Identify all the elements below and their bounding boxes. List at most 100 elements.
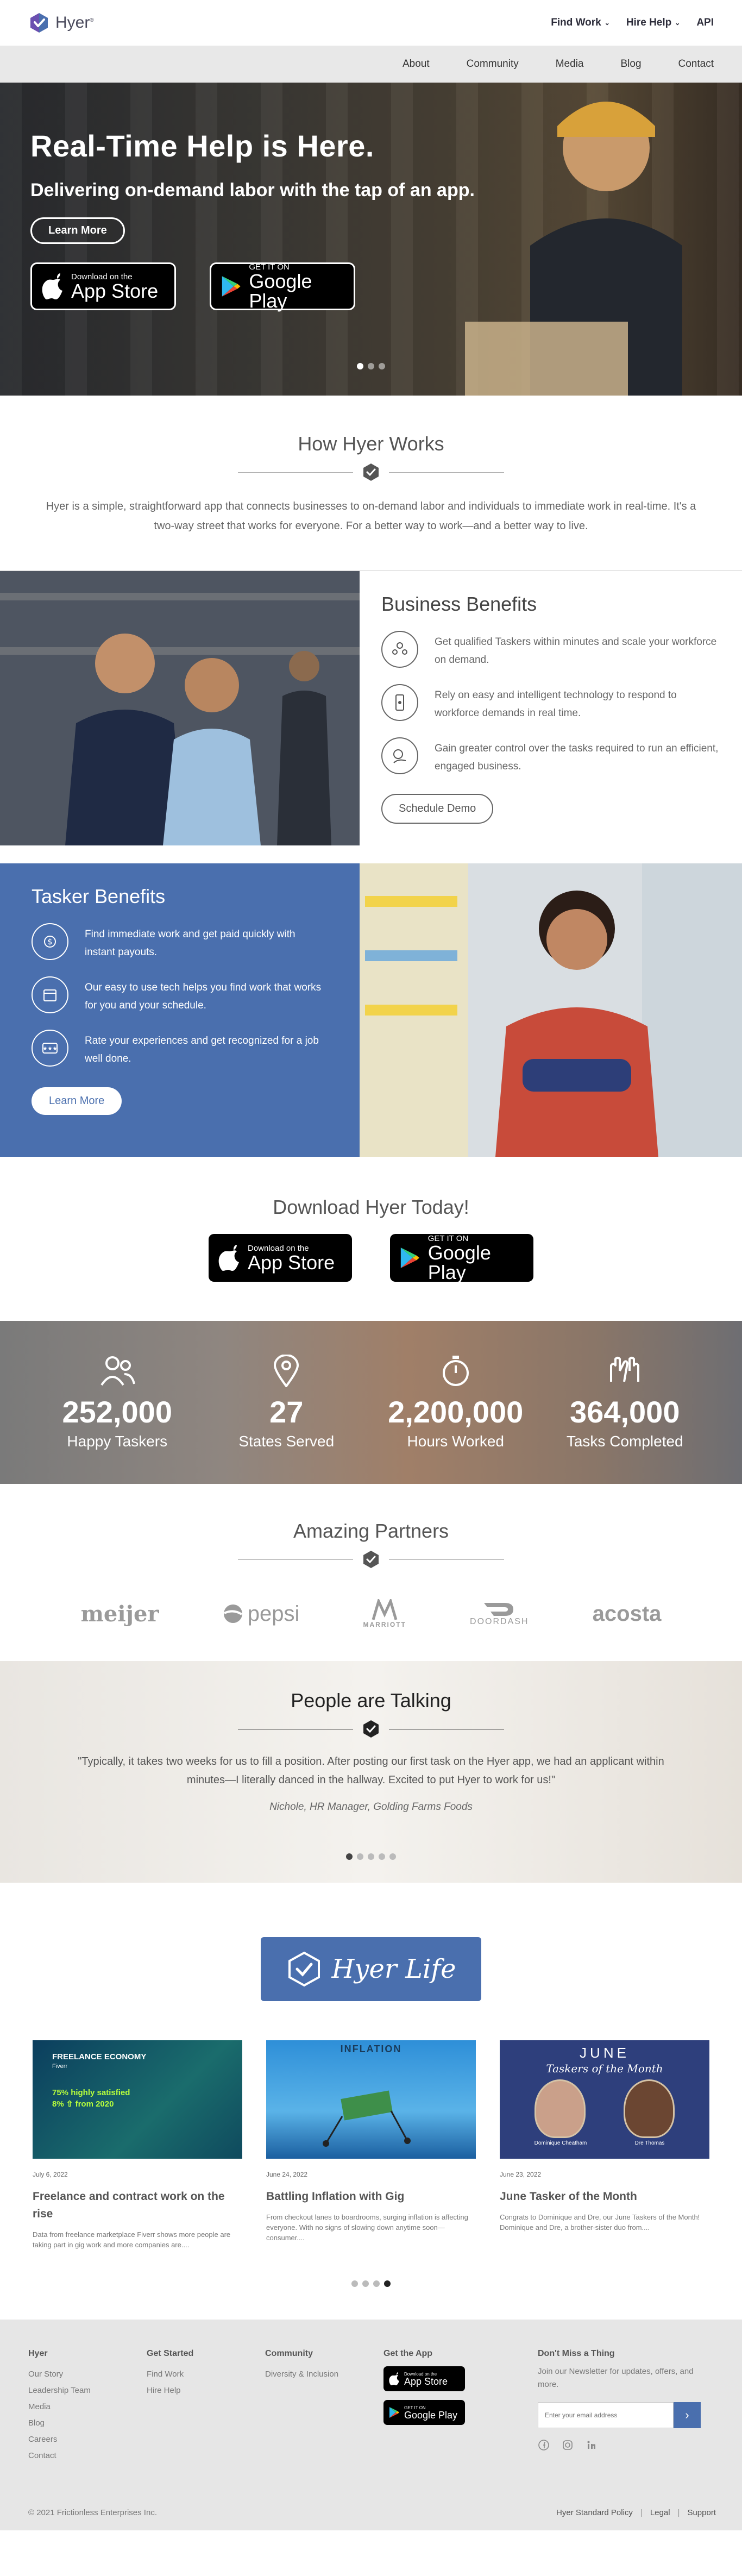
carousel-dot[interactable] bbox=[362, 2280, 369, 2287]
footer-link-our-story[interactable]: Our Story bbox=[28, 2366, 147, 2383]
google-play-button[interactable]: GET IT ON Google Play bbox=[390, 1234, 533, 1282]
google-play-big-text: Google Play bbox=[404, 2409, 458, 2421]
blog-card[interactable]: JUNE Taskers of the Month Dominique Chea… bbox=[500, 2040, 709, 2250]
stat-item: 27 States Served bbox=[216, 1354, 357, 1450]
location-pin-icon bbox=[274, 1354, 299, 1388]
footer-col-title: Get Started bbox=[147, 2349, 194, 2358]
blog-card-excerpt: Data from freelance marketplace Fiverr s… bbox=[33, 2230, 231, 2249]
svg-text:$: $ bbox=[48, 938, 53, 947]
footer-col-get-app: Get the App Download on the App Store GET… bbox=[383, 2349, 502, 2464]
top-navigation: Hyer® Find Work ⌄ Hire Help ⌄ API bbox=[0, 0, 742, 46]
hero-banner: Real-Time Help is Here. Delivering on-de… bbox=[0, 83, 742, 396]
blog-card[interactable]: FREELANCE ECONOMY Fiverr 75% highly sati… bbox=[33, 2040, 242, 2250]
testimonial-carousel-dots bbox=[346, 1853, 396, 1860]
card-image-heading: FREELANCE ECONOMY bbox=[52, 2052, 147, 2061]
subnav-community[interactable]: Community bbox=[448, 58, 537, 70]
carousel-dot[interactable] bbox=[368, 363, 374, 369]
hyer-logo-icon bbox=[30, 13, 48, 33]
blog-card-date: July 6, 2022 bbox=[33, 2171, 68, 2178]
footer-link-diversity[interactable]: Diversity & Inclusion bbox=[265, 2366, 383, 2383]
partners-title: Amazing Partners bbox=[293, 1520, 449, 1542]
blog-card-image: INFLATION bbox=[266, 2040, 476, 2159]
footer-link-careers[interactable]: Careers bbox=[28, 2431, 147, 2448]
carousel-dot[interactable] bbox=[357, 1853, 363, 1860]
logo-wordmark: Hyer® bbox=[55, 14, 94, 32]
subnav-about[interactable]: About bbox=[384, 58, 448, 70]
facebook-icon[interactable] bbox=[538, 2439, 550, 2451]
partners-section: Amazing Partners meijer pepsi MARRIOTT D… bbox=[0, 1484, 742, 1661]
carousel-dot[interactable] bbox=[368, 1853, 374, 1860]
newsletter-email-input[interactable] bbox=[538, 2402, 674, 2428]
hero-learn-more-button[interactable]: Learn More bbox=[30, 217, 125, 244]
hyer-logo[interactable]: Hyer® bbox=[28, 12, 94, 34]
carousel-dot[interactable] bbox=[379, 1853, 385, 1860]
footer-col-title: Get the App bbox=[383, 2349, 433, 2358]
footer-app-store-button[interactable]: Download on the App Store bbox=[383, 2366, 465, 2391]
chevron-down-icon: ⌄ bbox=[675, 19, 681, 27]
nav-hire-help[interactable]: Hire Help ⌄ bbox=[626, 17, 680, 29]
testimonials-section: People are Talking "Typically, it takes … bbox=[0, 1661, 742, 1883]
footer-link-support[interactable]: Support bbox=[687, 2508, 716, 2517]
card-image-heading: INFLATION bbox=[340, 2044, 402, 2054]
blog-card[interactable]: INFLATION June 24, 2022 Battling Inflati… bbox=[266, 2040, 476, 2250]
app-store-button[interactable]: Download on the App Store bbox=[209, 1234, 352, 1282]
footer-link-leadership[interactable]: Leadership Team bbox=[28, 2383, 147, 2399]
nav-find-work[interactable]: Find Work ⌄ bbox=[551, 17, 610, 29]
google-play-icon bbox=[389, 2407, 400, 2418]
google-play-icon bbox=[222, 276, 241, 297]
google-play-button[interactable]: GET IT ON Google Play bbox=[210, 262, 355, 310]
stat-label: States Served bbox=[238, 1433, 335, 1450]
benefit-item: $ Find immediate work and get paid quick… bbox=[32, 923, 328, 961]
linkedin-icon[interactable] bbox=[586, 2439, 598, 2451]
app-store-big-text: App Store bbox=[404, 2376, 448, 2387]
footer-link-legal[interactable]: Legal bbox=[650, 2508, 670, 2517]
footer-col-title: Community bbox=[265, 2349, 313, 2358]
google-play-big-text: Google Play bbox=[427, 1241, 491, 1283]
footer-link-media[interactable]: Media bbox=[28, 2399, 147, 2415]
carousel-dot[interactable] bbox=[384, 2280, 391, 2287]
subnav-contact[interactable]: Contact bbox=[660, 58, 732, 70]
footer-link-find-work[interactable]: Find Work bbox=[147, 2366, 265, 2383]
partner-logo-marriott: MARRIOTT bbox=[363, 1599, 406, 1628]
section-divider bbox=[238, 1550, 504, 1569]
app-store-button[interactable]: Download on the App Store bbox=[30, 262, 176, 310]
hyer-check-icon bbox=[363, 1551, 379, 1568]
schedule-demo-button[interactable]: Schedule Demo bbox=[381, 794, 494, 824]
benefit-text: Get qualified Taskers within minutes and… bbox=[435, 636, 717, 666]
carousel-dot[interactable] bbox=[379, 363, 385, 369]
testimonial-quote: "Typically, it takes two weeks for us to… bbox=[78, 1756, 664, 1786]
footer-google-play-button[interactable]: GET IT ON Google Play bbox=[383, 2400, 465, 2425]
subnav-media[interactable]: Media bbox=[537, 58, 602, 70]
footer-link-blog[interactable]: Blog bbox=[28, 2415, 147, 2431]
download-store-buttons: Download on the App Store GET IT ON Google… bbox=[0, 1234, 742, 1282]
newsletter-submit-button[interactable]: › bbox=[674, 2402, 701, 2428]
instagram-icon[interactable] bbox=[562, 2439, 574, 2451]
benefit-item: Our easy to use tech helps you find work… bbox=[32, 976, 328, 1014]
business-benefits-content: Business Benefits Get qualified Taskers … bbox=[360, 571, 742, 845]
tasker-learn-more-button[interactable]: Learn More bbox=[32, 1087, 122, 1115]
carousel-dot[interactable] bbox=[351, 2280, 358, 2287]
hyer-life-banner: Hyer Life bbox=[261, 1937, 481, 2001]
carousel-dot[interactable] bbox=[346, 1853, 353, 1860]
section-divider bbox=[238, 1720, 504, 1738]
footer-link-hire-help[interactable]: Hire Help bbox=[147, 2383, 265, 2399]
partner-logos: meijer pepsi MARRIOTT DOORDASH acosta bbox=[0, 1599, 742, 1628]
hero-title: Real-Time Help is Here. bbox=[30, 129, 374, 163]
tasker-name: Dominique Cheatham bbox=[534, 2140, 587, 2146]
apple-icon bbox=[42, 273, 62, 299]
benefit-item: Get qualified Taskers within minutes and… bbox=[381, 631, 720, 669]
footer-link-contact[interactable]: Contact bbox=[28, 2448, 147, 2464]
apple-icon bbox=[389, 2372, 399, 2385]
benefit-item: Gain greater control over the tasks requ… bbox=[381, 737, 720, 775]
benefit-item: Rely on easy and intelligent technology … bbox=[381, 684, 720, 722]
carousel-dot[interactable] bbox=[357, 363, 363, 369]
rating-icon: ★★★ bbox=[32, 1030, 68, 1067]
carousel-dot[interactable] bbox=[389, 1853, 396, 1860]
high-five-icon bbox=[610, 1357, 640, 1382]
nav-api[interactable]: API bbox=[696, 17, 714, 29]
card-image-sub: Fiverr bbox=[52, 2063, 68, 2070]
tasker-benefits-content: Tasker Benefits $ Find immediate work an… bbox=[0, 863, 360, 1157]
subnav-blog[interactable]: Blog bbox=[602, 58, 659, 70]
footer-link-standard-policy[interactable]: Hyer Standard Policy bbox=[556, 2508, 633, 2517]
carousel-dot[interactable] bbox=[373, 2280, 380, 2287]
